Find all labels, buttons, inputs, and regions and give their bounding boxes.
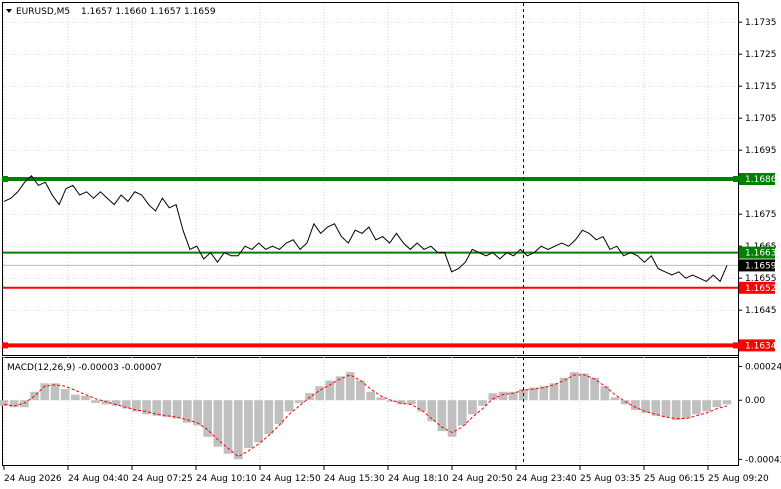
macd-histogram-bar <box>50 383 60 401</box>
macd-histogram-bar <box>91 400 100 403</box>
price-tick-label: 1.1695 <box>745 146 777 156</box>
level-anchor-1.1686 <box>2 176 8 182</box>
macd-histogram-bar <box>692 400 701 415</box>
macd-histogram-bar <box>661 400 671 418</box>
macd-histogram-bar <box>233 400 243 460</box>
macd-histogram-bar <box>325 380 335 401</box>
macd-histogram-bar <box>580 373 589 401</box>
macd-histogram-bar <box>366 391 375 401</box>
price-tick-label: 1.1705 <box>745 114 777 124</box>
macd-histogram-bar <box>620 400 630 405</box>
macd-histogram-bar <box>722 400 732 405</box>
level-price-text-1.1663: 1.1663 <box>745 249 777 259</box>
macd-histogram-bar <box>132 400 141 412</box>
macd-histogram-bar <box>295 400 304 403</box>
macd-histogram-bar <box>610 397 620 401</box>
macd-histogram-bar <box>356 380 365 401</box>
price-tick-label: 1.1735 <box>745 18 777 28</box>
symbol-label[interactable]: EURUSD,M5 <box>16 7 70 17</box>
level-anchor-1.1634 <box>733 342 739 349</box>
macd-histogram-bar <box>335 376 345 401</box>
level-price-text-1.1686: 1.1686 <box>745 175 777 185</box>
macd-histogram-bar <box>264 400 274 434</box>
macd-histogram-bar <box>172 400 182 419</box>
macd-tick-label: -0.00042 <box>745 455 781 465</box>
time-tick-label: 24 Aug 23:40 <box>516 474 577 484</box>
macd-histogram-bar <box>407 400 416 405</box>
macd-histogram-bar <box>712 400 722 408</box>
time-tick-label: 24 Aug 18:10 <box>388 474 449 484</box>
macd-histogram-bar <box>671 400 681 420</box>
macd-histogram-bar <box>681 400 691 419</box>
macd-histogram-bar <box>71 394 80 401</box>
macd-histogram-bar <box>478 400 487 406</box>
macd-histogram-bar <box>81 396 90 401</box>
level-price-text-1.1634: 1.1634 <box>745 341 777 351</box>
time-tick-label: 24 Aug 10:10 <box>196 474 257 484</box>
price-tick-label: 1.1675 <box>745 210 777 220</box>
price-tick-label: 1.1725 <box>745 50 777 60</box>
macd-tick-label: 0.00 <box>745 396 765 406</box>
macd-histogram-bar <box>559 377 569 401</box>
macd-histogram-bar <box>600 386 610 401</box>
time-tick-label: 25 Aug 06:15 <box>644 474 705 484</box>
time-tick-label: 25 Aug 03:35 <box>580 474 641 484</box>
macd-histogram-bar <box>60 389 70 401</box>
time-tick-label: 24 Aug 15:30 <box>324 474 385 484</box>
macd-histogram-bar <box>498 391 508 401</box>
time-tick-label: 24 Aug 04:40 <box>68 474 129 484</box>
level-anchor-1.1634 <box>2 342 8 349</box>
macd-histogram-bar <box>162 400 172 418</box>
macd-histogram-bar <box>203 400 212 437</box>
macd-histogram-bar <box>457 400 467 426</box>
macd-histogram-bar <box>244 400 253 449</box>
time-tick-label: 24 Aug 07:25 <box>132 474 193 484</box>
macd-histogram-bar <box>529 387 538 401</box>
macd-histogram-bar <box>101 400 111 405</box>
macd-histogram-bar <box>305 393 314 401</box>
time-tick-label: 24 Aug 12:50 <box>260 474 321 484</box>
level-price-text-1.1652: 1.1652 <box>745 284 777 294</box>
level-anchor-1.1686 <box>733 176 739 182</box>
macd-label: MACD(12,26,9) -0.00003 -0.00007 <box>7 363 162 373</box>
macd-histogram-bar <box>274 400 284 425</box>
time-tick-label: 25 Aug 09:20 <box>708 474 769 484</box>
price-tick-label: 1.1715 <box>745 82 777 92</box>
price-tick-label: 1.1645 <box>745 306 777 316</box>
time-tick-label: 24 Aug 2026 <box>4 474 62 484</box>
macd-histogram-bar <box>284 400 294 412</box>
macd-histogram-bar <box>702 400 711 412</box>
current-price-text: 1.1659 <box>745 261 777 271</box>
macd-histogram-bar <box>417 400 426 412</box>
macd-histogram-bar <box>254 400 263 443</box>
macd-histogram-bar <box>376 397 386 401</box>
trading-chart[interactable]: 1.1735 1.1725 1.1715 1.1705 1.1695 1.1675 1.16… <box>0 0 781 489</box>
macd-tick-label: 0.00024 <box>745 362 781 372</box>
time-tick-label: 24 Aug 20:50 <box>452 474 513 484</box>
macd-histogram-bar <box>468 400 477 415</box>
ohlc-values: 1.1657 1.1660 1.1657 1.1659 <box>81 7 216 17</box>
